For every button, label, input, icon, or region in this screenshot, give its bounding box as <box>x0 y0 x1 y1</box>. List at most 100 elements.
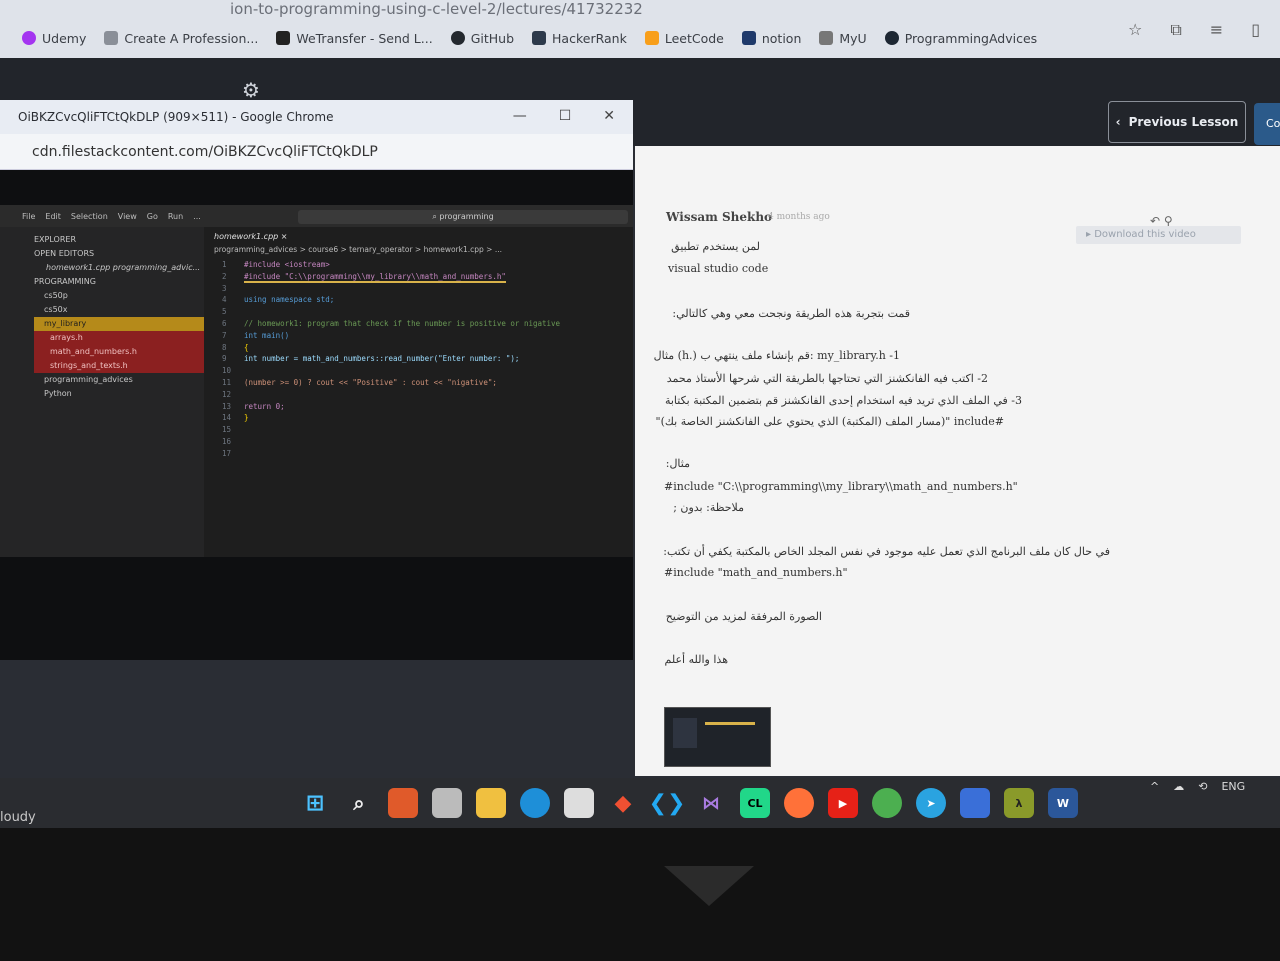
search-icon[interactable]: ⌕ <box>344 788 374 818</box>
close-tab-icon[interactable]: × <box>281 232 288 241</box>
code-line[interactable]: 1 #include <iostream> <box>222 259 633 271</box>
start-icon[interactable]: ⊞ <box>300 788 330 818</box>
clion-icon[interactable]: CL <box>740 788 770 818</box>
menu-selection[interactable]: Selection <box>71 212 108 221</box>
code-line[interactable]: 9 int number = math_and_numbers::read_nu… <box>222 353 633 365</box>
visual-studio-icon[interactable]: ⋈ <box>696 788 726 818</box>
code-text: } <box>244 413 249 423</box>
bookmark-myu[interactable]: MyU <box>819 31 867 46</box>
programming-folder-header[interactable]: PROGRAMMING <box>34 275 204 289</box>
chevron-left-icon: ‹ <box>1115 115 1121 129</box>
tree-item[interactable]: cs50x <box>34 303 204 317</box>
window-controls: — ☐ ✕ <box>513 108 615 124</box>
close-icon[interactable]: ✕ <box>603 108 615 124</box>
extensions-icon[interactable]: ⧉ <box>1170 20 1181 40</box>
comment-line: مثال: <box>665 457 690 470</box>
vscode-activity-bar <box>0 227 22 557</box>
minimize-icon[interactable]: — <box>513 108 527 124</box>
vscode-icon[interactable]: ❮❯ <box>649 788 686 818</box>
code-line[interactable]: 10 <box>222 365 633 377</box>
tree-item[interactable]: arrays.h <box>34 331 204 345</box>
taskbar: ⊞ ⌕ ◆ ❮❯ ⋈ CL ▶ ➤ λ W <box>300 778 1078 828</box>
code-text: using namespace std; <box>244 295 335 305</box>
chevron-up-icon[interactable]: ^ <box>1150 780 1159 793</box>
code-line[interactable]: 16 <box>222 436 633 448</box>
bookmark-udemy[interactable]: Udemy <box>22 31 86 46</box>
lambda-icon[interactable]: λ <box>1004 788 1034 818</box>
attached-image-thumbnail[interactable] <box>664 707 771 767</box>
open-editors-header[interactable]: OPEN EDITORS <box>34 247 204 261</box>
bookmark-create-profession[interactable]: Create A Profession... <box>104 31 258 46</box>
file-explorer-icon[interactable] <box>476 788 506 818</box>
star-icon[interactable]: ☆ <box>1128 20 1142 40</box>
maximize-icon[interactable]: ☐ <box>559 108 572 124</box>
tree-item-selected[interactable]: my_library <box>34 317 204 331</box>
tree-item[interactable]: Python <box>34 387 204 401</box>
open-editor-item[interactable]: homework1.cpp programming_advic... <box>34 261 204 275</box>
code-line[interactable]: 5 <box>222 306 633 318</box>
comment-author[interactable]: Wissam Shekho <box>666 210 772 224</box>
code-line[interactable]: 4 using namespace std; <box>222 294 633 306</box>
code-line[interactable]: 7 int main() <box>222 330 633 342</box>
menu-file[interactable]: File <box>22 212 35 221</box>
tree-item[interactable]: strings_and_texts.h <box>34 359 204 373</box>
download-video-button[interactable]: ▸ Download this video <box>1076 226 1241 244</box>
weather-widget[interactable]: loudy <box>0 810 36 825</box>
bookmark-programmingadvices[interactable]: ProgrammingAdvices <box>884 31 1037 46</box>
code-line[interactable]: 12 <box>222 389 633 401</box>
reading-list-icon[interactable]: ≡ <box>1210 20 1223 40</box>
code-line[interactable]: 15 <box>222 424 633 436</box>
bezel-logo <box>664 866 754 906</box>
monitor-bezel <box>0 828 1280 961</box>
menu-more[interactable]: ... <box>193 212 201 221</box>
previous-lesson-button[interactable]: ‹ Previous Lesson <box>1108 101 1246 143</box>
youtube-icon[interactable]: ▶ <box>828 788 858 818</box>
onedrive-icon[interactable]: ☁ <box>1173 780 1184 793</box>
code-line[interactable]: 2 #include "C:\\programming\\my_library\\… <box>222 271 633 283</box>
code-line[interactable]: 14} <box>222 412 633 424</box>
side-panel-icon[interactable]: ▯ <box>1251 20 1260 40</box>
editor-tab[interactable]: homework1.cpp × <box>208 227 633 245</box>
browser-actions: ☆ ⧉ ≡ ▯ <box>1128 20 1260 40</box>
word-icon[interactable]: W <box>1048 788 1078 818</box>
line-number: 13 <box>222 401 232 411</box>
store-icon[interactable] <box>564 788 594 818</box>
language-indicator[interactable]: ENG <box>1221 780 1245 793</box>
bookmark-wetransfer[interactable]: WeTransfer - Send L... <box>276 31 433 46</box>
code-line[interactable]: 17 <box>222 448 633 460</box>
edge-icon[interactable] <box>520 788 550 818</box>
line-number: 15 <box>222 425 232 435</box>
widgets-icon[interactable] <box>388 788 418 818</box>
vpn-icon[interactable] <box>960 788 990 818</box>
bookmark-notion[interactable]: notion <box>741 31 801 46</box>
tree-item[interactable]: programming_advices <box>34 373 204 387</box>
code-line[interactable]: 6 // homework1: program that check if the… <box>222 318 633 330</box>
code-line[interactable]: 11 (number >= 0) ? cout << "Positive" : … <box>222 377 633 389</box>
code-line[interactable]: 3 <box>222 283 633 295</box>
code-area[interactable]: 1 #include <iostream> 2 #include "C:\\progr… <box>208 259 633 460</box>
menu-view[interactable]: View <box>118 212 137 221</box>
bookmark-github[interactable]: GitHub <box>450 31 514 46</box>
code-line[interactable]: 8{ <box>222 342 633 354</box>
menu-edit[interactable]: Edit <box>45 212 61 221</box>
comment-line: ملاحظة: بدون ; <box>673 501 744 514</box>
code-line[interactable]: 13 return 0; <box>222 401 633 413</box>
menu-run[interactable]: Run <box>168 212 183 221</box>
bookmark-hackerrank[interactable]: HackerRank <box>532 31 627 46</box>
vscode-editor: homework1.cpp × programming_advices > co… <box>208 227 633 557</box>
chrome-icon[interactable] <box>872 788 902 818</box>
task-view-icon[interactable] <box>432 788 462 818</box>
git-icon[interactable]: ◆ <box>608 788 638 818</box>
sync-icon[interactable]: ⟲ <box>1198 780 1207 793</box>
popup-url-bar[interactable]: cdn.filestackcontent.com/OiBKZCvcQliFTCt… <box>0 134 633 170</box>
menu-go[interactable]: Go <box>147 212 158 221</box>
line-number: 8 <box>222 342 227 352</box>
gear-icon[interactable]: ⚙ <box>242 78 260 102</box>
telegram-icon[interactable]: ➤ <box>916 788 946 818</box>
vscode-search[interactable]: ⌕ programming <box>298 210 628 224</box>
bookmark-leetcode[interactable]: LeetCode <box>644 31 724 46</box>
firefox-icon[interactable] <box>784 788 814 818</box>
tree-item[interactable]: cs50p <box>34 289 204 303</box>
next-lesson-button[interactable]: Co <box>1254 103 1280 145</box>
tree-item[interactable]: math_and_numbers.h <box>34 345 204 359</box>
